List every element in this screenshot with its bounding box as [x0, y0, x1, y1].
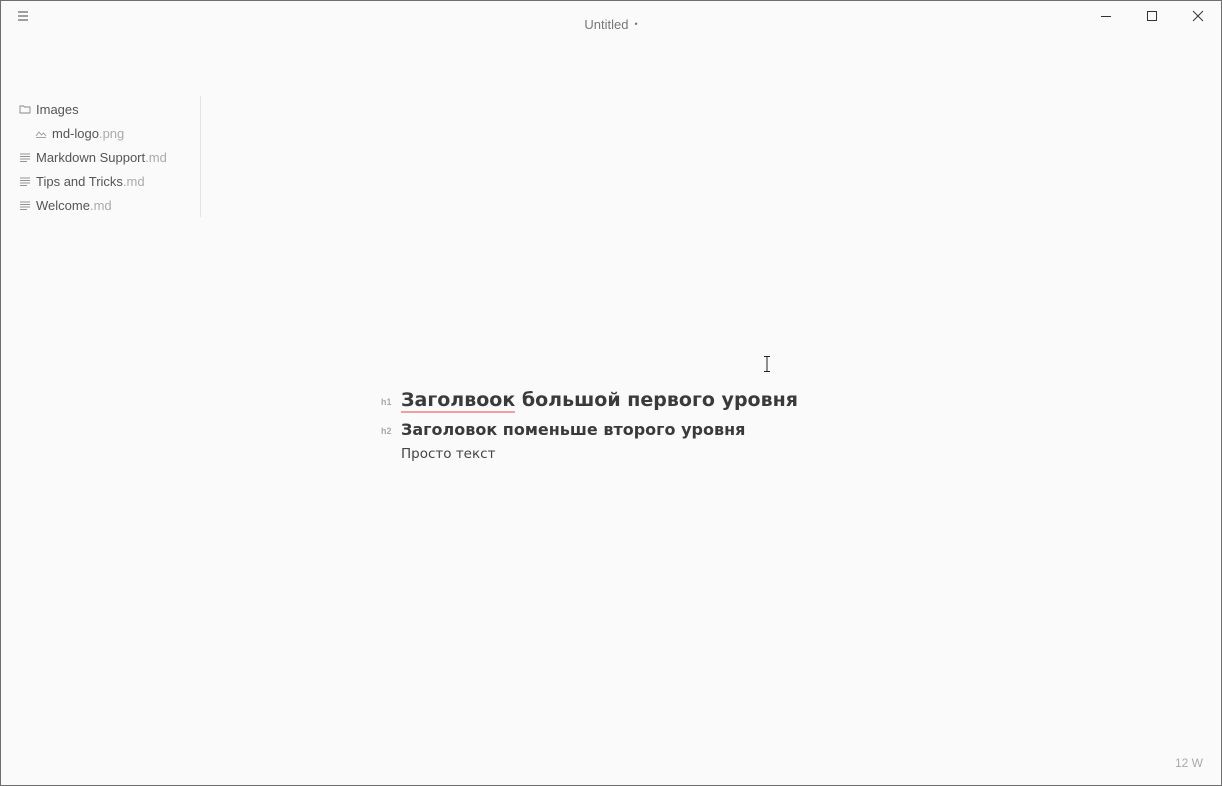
sidebar-item-welcome[interactable]: Welcome .md [19, 195, 112, 215]
sidebar-item-label: Tips and Tricks [36, 173, 123, 189]
maximize-button[interactable] [1129, 1, 1175, 31]
heading-1-text: большой первого уровня [515, 389, 798, 411]
heading-1-line[interactable]: h1 Заголвоок большой первого уровня [381, 381, 1081, 415]
sidebar-item-tips-and-tricks[interactable]: Tips and Tricks .md [19, 171, 145, 191]
file-extension: .md [122, 173, 145, 189]
title-bar[interactable]: Untitled • [1, 1, 1221, 47]
file-extension: .md [145, 149, 167, 165]
document-icon [19, 175, 31, 187]
word-count-status[interactable]: 12 W [1175, 756, 1203, 770]
sidebar-item-label: Markdown Support [36, 149, 146, 165]
unsaved-indicator: • [634, 19, 638, 29]
heading-2-line[interactable]: h2 Заголовок поменьше второго уровня [381, 415, 1081, 443]
image-file-icon [35, 127, 47, 139]
close-icon [1192, 10, 1204, 22]
paragraph-line[interactable]: Просто текст [381, 443, 1081, 465]
minimize-button[interactable] [1083, 1, 1129, 31]
misspelled-word[interactable]: Заголвоок [401, 389, 516, 413]
file-extension: .md [89, 197, 112, 213]
heading-2-text: Заголовок поменьше второго уровня [401, 420, 746, 439]
sidebar-item-md-logo[interactable]: md-logo .png [35, 123, 124, 143]
file-tree-sidebar: Images md-logo .png Markdown Support.md … [1, 96, 201, 217]
document-icon [19, 151, 31, 163]
close-button[interactable] [1175, 1, 1221, 31]
file-extension: .png [98, 125, 125, 141]
sidebar-item-images-folder[interactable]: Images [19, 99, 79, 119]
sidebar-item-label: Welcome [36, 197, 90, 213]
markdown-editor[interactable]: h1 Заголвоок большой первого уровня h2 З… [381, 381, 1081, 465]
maximize-icon [1147, 11, 1157, 21]
folder-icon [19, 103, 31, 115]
paragraph-text: Просто текст [401, 446, 496, 462]
minimize-icon [1101, 16, 1111, 17]
text-cursor-icon [762, 355, 772, 373]
document-title: Untitled • [1, 17, 1221, 32]
sidebar-item-markdown-support[interactable]: Markdown Support .md [19, 147, 167, 167]
document-title-text: Untitled [584, 17, 629, 32]
heading-level-marker: h2 [381, 426, 392, 436]
sidebar-item-label: md-logo [52, 125, 99, 141]
document-icon [19, 199, 31, 211]
window-controls [1083, 1, 1221, 31]
sidebar-item-label: Images [36, 101, 79, 117]
app-window: Untitled • Images md-logo .png Markdown … [0, 0, 1222, 786]
